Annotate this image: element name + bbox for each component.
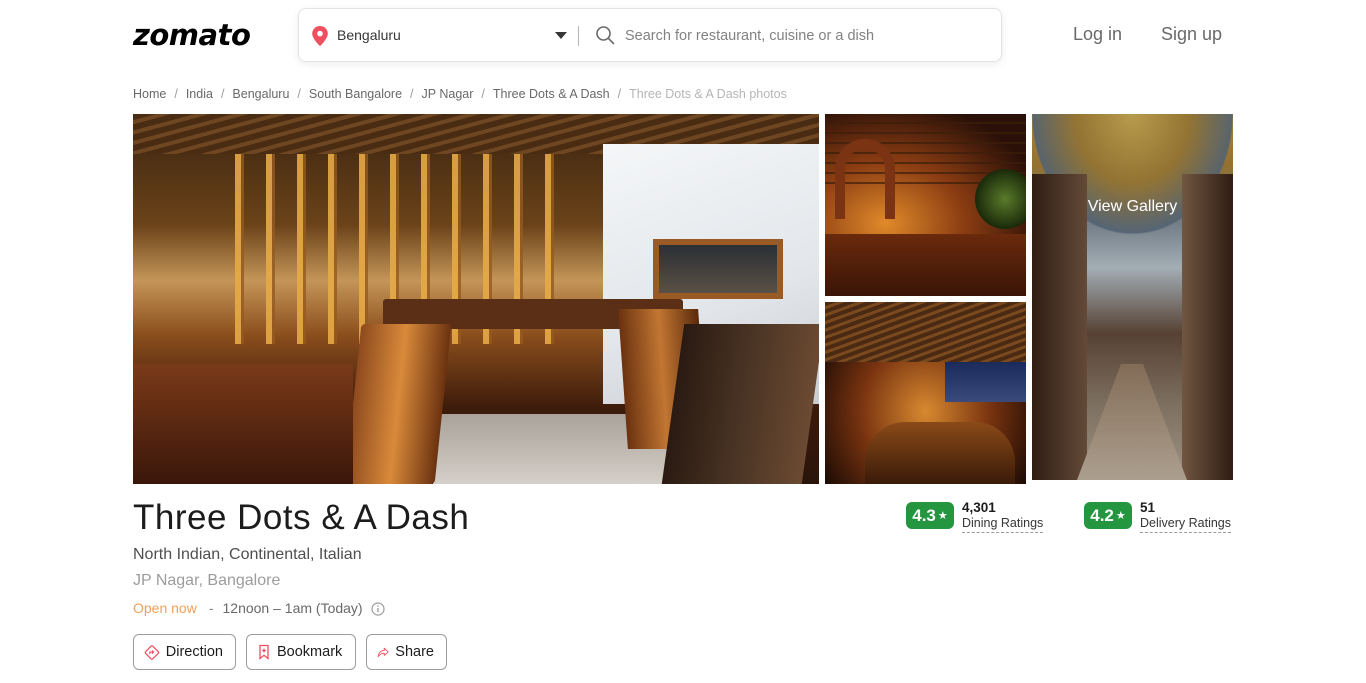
breadcrumb-current: Three Dots & A Dash photos [629,87,787,101]
delivery-rating-badge: 4.2 ★ [1084,502,1132,529]
timing-separator: - [208,600,214,616]
direction-button[interactable]: Direction [133,634,236,670]
restaurant-name: Three Dots & A Dash [133,498,470,537]
photo-detail [835,139,895,219]
photo-detail [945,362,1026,402]
open-status: Open now [133,600,197,616]
search-divider [578,26,579,46]
photo-thumbnail-top[interactable] [825,114,1026,296]
header: zomato Bengaluru Log in Sign up [0,0,1366,70]
photo-detail [133,364,353,484]
search-icon [596,26,615,45]
search-input[interactable] [625,23,985,49]
breadcrumb-bengaluru[interactable]: Bengaluru [232,87,289,101]
login-link[interactable]: Log in [1073,24,1122,45]
breadcrumb-separator: / [297,87,301,101]
opening-hours: 12noon – 1am (Today) [222,600,363,616]
breadcrumb-separator: / [617,87,622,101]
share-button[interactable]: Share [366,634,447,670]
dining-rating-count: 4,301 [962,500,996,515]
breadcrumb-south-bangalore[interactable]: South Bangalore [309,87,402,101]
location-selector[interactable]: Bengaluru [337,27,401,43]
photo-detail [344,324,452,484]
locality: JP Nagar, Bangalore [133,572,281,589]
breadcrumb-separator: / [410,87,414,101]
share-label: Share [395,644,434,660]
breadcrumb-separator: / [481,87,485,101]
delivery-rating-count: 51 [1140,500,1156,515]
dining-rating-value: 4.3 [912,505,936,525]
direction-icon [144,644,160,660]
breadcrumb-separator: / [220,87,225,101]
breadcrumb: Home / India / Bengaluru / South Bangalore / JP … [133,87,787,101]
location-pin-icon [312,26,328,46]
photo-detail [865,422,1015,484]
delivery-rating-value: 4.2 [1090,505,1114,525]
breadcrumb-home[interactable]: Home [133,87,166,101]
direction-label: Direction [165,644,223,660]
photo-detail [653,239,783,299]
photo-detail [975,169,1026,229]
signup-link[interactable]: Sign up [1161,24,1222,45]
search-bar: Bengaluru [298,8,1002,62]
photo-detail [661,324,819,484]
star-icon: ★ [1115,510,1126,522]
dining-rating-label[interactable]: Dining Ratings [962,516,1044,533]
caret-down-icon[interactable] [555,32,567,39]
share-icon [377,647,389,657]
breadcrumb-jp-nagar[interactable]: JP Nagar [422,87,474,101]
delivery-rating-label[interactable]: Delivery Ratings [1140,516,1232,533]
bookmark-icon [259,644,269,660]
photo-detail [825,234,1026,296]
photo-thumbnail-bottom[interactable] [825,302,1026,484]
view-gallery-tile[interactable]: View Gallery [1032,114,1233,480]
info-icon[interactable] [370,602,385,616]
bookmark-button[interactable]: Bookmark [246,634,356,670]
breadcrumb-restaurant[interactable]: Three Dots & A Dash [493,87,610,101]
zomato-logo[interactable]: zomato [133,18,251,52]
star-icon: ★ [937,510,948,522]
view-gallery-label[interactable]: View Gallery [1032,198,1233,216]
breadcrumb-separator: / [174,87,178,101]
main-photo[interactable] [133,114,819,484]
photo-overlay [1032,114,1233,480]
cuisines: North Indian, Continental, Italian [133,546,362,563]
timing-row: Open now -12noon – 1am (Today) [133,600,385,616]
breadcrumb-india[interactable]: India [186,87,213,101]
bookmark-label: Bookmark [277,644,343,660]
dining-rating-badge: 4.3 ★ [906,502,954,529]
